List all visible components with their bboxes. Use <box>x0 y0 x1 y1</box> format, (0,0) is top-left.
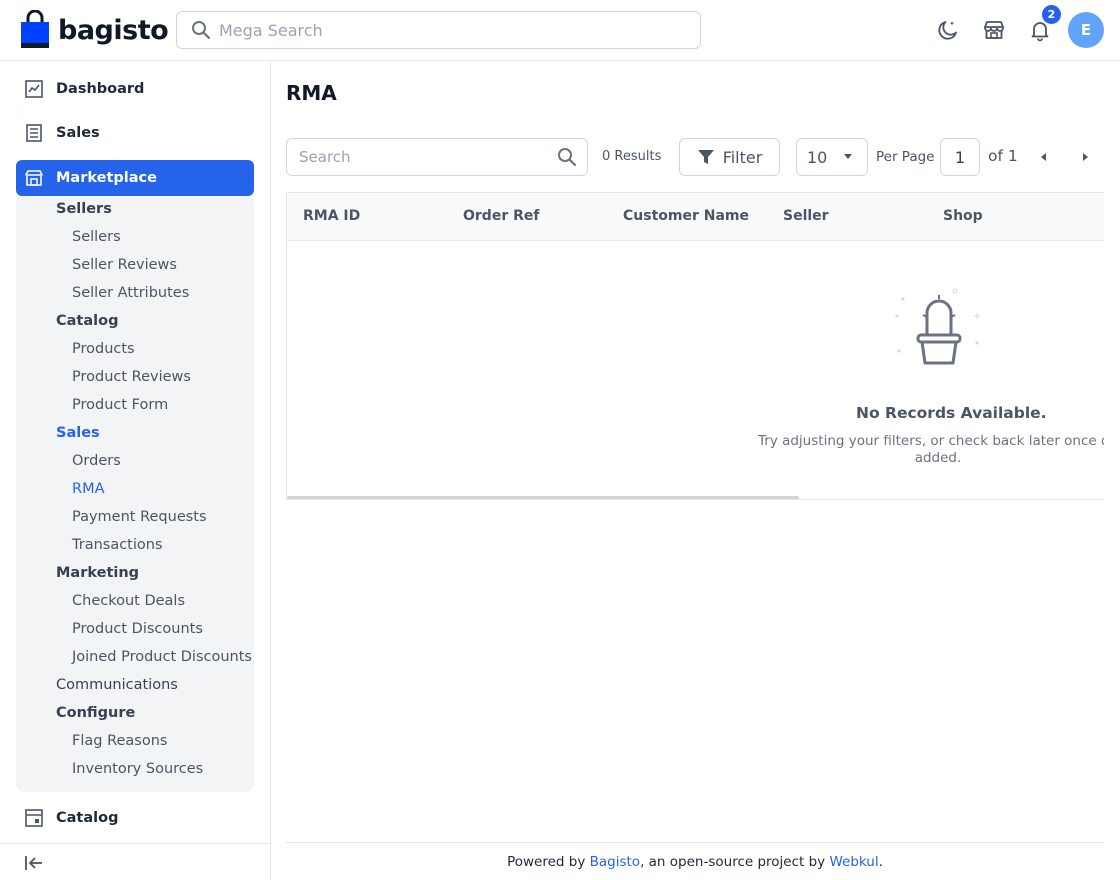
submenu-seller-reviews[interactable]: Seller Reviews <box>72 257 177 273</box>
sidebar-item-label: Sales <box>56 125 100 141</box>
previous-page-icon[interactable] <box>1037 150 1051 164</box>
submenu-flag-reasons[interactable]: Flag Reasons <box>72 733 167 749</box>
empty-state-subtitle-line-1: Try adjusting your filters, or check bac… <box>758 433 1104 449</box>
table-header: RMA ID Order Ref Customer Name Seller Sh… <box>287 193 1104 241</box>
user-avatar[interactable]: E <box>1068 12 1104 48</box>
submenu-communications[interactable]: Communications <box>56 677 178 693</box>
submenu-product-reviews[interactable]: Product Reviews <box>72 369 191 385</box>
submenu-rma[interactable]: RMA <box>72 481 105 497</box>
page-number-input[interactable] <box>940 138 980 176</box>
submenu-marketing-heading[interactable]: Marketing <box>56 565 139 581</box>
datagrid-search-input[interactable] <box>299 148 539 166</box>
dark-mode-icon[interactable] <box>936 18 960 42</box>
sidebar-item-marketplace[interactable]: Marketplace <box>16 160 254 196</box>
sales-icon <box>26 124 42 142</box>
filter-label: Filter <box>722 147 763 167</box>
column-header-customer-name[interactable]: Customer Name <box>623 208 749 224</box>
logo-text: bagisto <box>58 14 169 46</box>
chevron-down-icon <box>844 154 852 159</box>
per-page-label: Per Page <box>876 149 935 165</box>
submenu-orders[interactable]: Orders <box>72 453 121 469</box>
submenu-catalog-heading[interactable]: Catalog <box>56 313 118 329</box>
footer-prefix: Powered by <box>507 853 590 870</box>
submenu-product-form[interactable]: Product Form <box>72 397 168 413</box>
submenu-sales-heading[interactable]: Sales <box>56 425 100 441</box>
sidebar-item-label: Marketplace <box>56 170 157 186</box>
datagrid-search[interactable] <box>286 138 588 176</box>
logo[interactable]: bagisto <box>20 10 169 50</box>
footer: Powered by Bagisto , an open-source proj… <box>286 842 1104 880</box>
mega-search-input[interactable] <box>219 20 679 40</box>
sidebar-item-dashboard[interactable]: Dashboard <box>16 71 254 107</box>
sidebar-item-sales[interactable]: Sales <box>16 115 254 151</box>
bag-logo-icon <box>21 10 49 48</box>
catalog-icon <box>25 809 43 827</box>
webkul-link[interactable]: Webkul <box>829 854 878 870</box>
page-title: RMA <box>286 81 337 105</box>
column-header-rma-id[interactable]: RMA ID <box>303 208 360 224</box>
sidebar: Dashboard Sales Marketplace Sellers Sell… <box>0 61 271 880</box>
empty-cactus-icon <box>895 288 980 365</box>
column-header-seller[interactable]: Seller <box>783 208 829 224</box>
filter-button[interactable]: Filter <box>679 138 780 176</box>
submenu-configure-heading[interactable]: Configure <box>56 705 135 721</box>
collapse-sidebar-icon[interactable] <box>24 854 44 872</box>
submenu-payment-requests[interactable]: Payment Requests <box>72 509 207 525</box>
submenu-sellers-heading[interactable]: Sellers <box>56 201 112 217</box>
sidebar-footer <box>0 843 270 880</box>
top-header: bagisto 2 E <box>0 0 1120 61</box>
per-page-value: 10 <box>807 147 828 167</box>
submenu-sellers[interactable]: Sellers <box>72 229 121 245</box>
storefront-icon[interactable] <box>982 18 1006 42</box>
submenu-checkout-deals[interactable]: Checkout Deals <box>72 593 185 609</box>
sidebar-item-label: Catalog <box>56 810 119 826</box>
per-page-select[interactable]: 10 <box>796 138 868 176</box>
submenu-inventory-sources[interactable]: Inventory Sources <box>72 761 203 777</box>
sidebar-item-catalog[interactable]: Catalog <box>16 800 254 836</box>
next-page-icon[interactable] <box>1078 150 1092 164</box>
search-icon[interactable] <box>557 147 577 167</box>
submenu-products[interactable]: Products <box>72 341 135 357</box>
dashboard-icon <box>25 80 43 98</box>
bagisto-link[interactable]: Bagisto <box>590 854 640 870</box>
column-header-shop[interactable]: Shop <box>943 208 983 224</box>
submenu-joined-product-discounts[interactable]: Joined Product Discounts <box>72 649 252 665</box>
footer-middle: , an open-source project by <box>640 853 830 870</box>
submenu-seller-attributes[interactable]: Seller Attributes <box>72 285 189 301</box>
sidebar-item-label: Dashboard <box>56 81 145 97</box>
search-icon <box>192 21 211 40</box>
submenu-transactions[interactable]: Transactions <box>72 537 163 553</box>
notification-badge: 2 <box>1042 5 1061 24</box>
filter-icon <box>697 150 714 164</box>
submenu-product-discounts[interactable]: Product Discounts <box>72 621 203 637</box>
empty-state-title: No Records Available. <box>856 404 1047 422</box>
store-icon <box>25 170 43 186</box>
column-header-order-ref[interactable]: Order Ref <box>463 208 539 224</box>
results-count: 0 Results <box>602 149 662 164</box>
horizontal-scrollbar[interactable] <box>287 496 799 499</box>
total-pages-label: of 1 <box>988 147 1018 165</box>
rma-table: RMA ID Order Ref Customer Name Seller Sh… <box>286 192 1104 500</box>
footer-suffix: . <box>878 853 883 870</box>
empty-state-subtitle: Try adjusting your filters, or check bac… <box>758 433 1104 467</box>
empty-state-subtitle-line-2: added. <box>914 450 962 466</box>
mega-search[interactable] <box>176 11 701 49</box>
